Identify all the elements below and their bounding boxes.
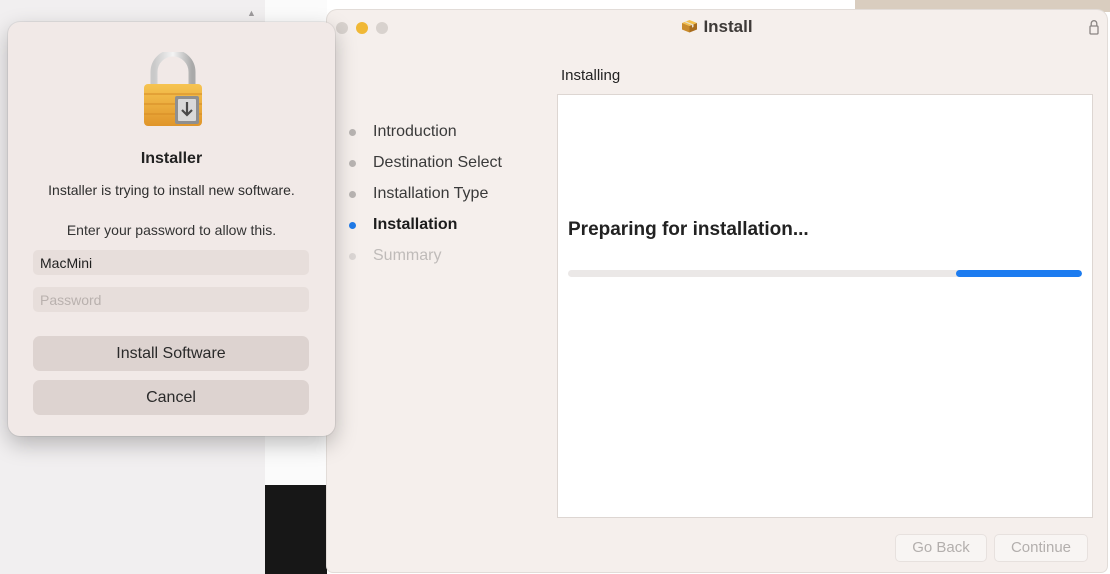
cancel-button[interactable]: Cancel [33, 380, 309, 415]
step-introduction: Introduction [347, 120, 547, 151]
step-header: Installing [561, 67, 621, 84]
padlock-installer-icon [144, 52, 202, 126]
content-panel: Preparing for installation... [557, 94, 1093, 518]
step-label: Installation Type [373, 185, 489, 202]
dialog-prompt: Enter your password to allow this. [66, 222, 277, 238]
scroll-up-arrow-icon[interactable]: ▲ [247, 8, 256, 18]
continue-button[interactable]: Continue [994, 534, 1088, 562]
window-title: Install [327, 17, 1107, 37]
username-field[interactable] [33, 250, 309, 275]
step-label: Introduction [373, 123, 457, 140]
package-icon [682, 20, 698, 33]
title-bar[interactable]: Install [327, 10, 1107, 46]
progress-bar-fill [956, 270, 1082, 277]
steps-sidebar: Introduction Destination Select Installa… [347, 120, 547, 275]
step-bullet-icon [349, 191, 356, 198]
installer-window: Install Installing Introduction Destinat… [327, 10, 1107, 572]
authentication-dialog: Installer Installer is trying to install… [8, 22, 335, 436]
step-active-bullet-icon [349, 222, 356, 229]
dialog-title: Installer [140, 150, 203, 167]
step-label: Destination Select [373, 154, 502, 171]
step-bullet-icon [349, 129, 356, 136]
lock-icon [1089, 20, 1099, 35]
progress-bar [568, 270, 1082, 277]
password-field[interactable] [33, 287, 309, 312]
step-label: Summary [373, 247, 442, 264]
step-label: Installation [373, 216, 458, 233]
dialog-message: Installer is trying to install new softw… [48, 182, 295, 198]
go-back-button[interactable]: Go Back [895, 534, 987, 562]
step-bullet-icon [349, 253, 356, 260]
step-destination-select: Destination Select [347, 151, 547, 182]
step-bullet-icon [349, 160, 356, 167]
step-installation: Installation [347, 213, 547, 244]
background-dark-area [265, 485, 327, 574]
step-summary: Summary [347, 244, 547, 275]
window-title-text: Install [703, 17, 753, 36]
step-installation-type: Installation Type [347, 182, 547, 213]
install-software-button[interactable]: Install Software [33, 336, 309, 371]
status-text: Preparing for installation... [568, 219, 809, 240]
